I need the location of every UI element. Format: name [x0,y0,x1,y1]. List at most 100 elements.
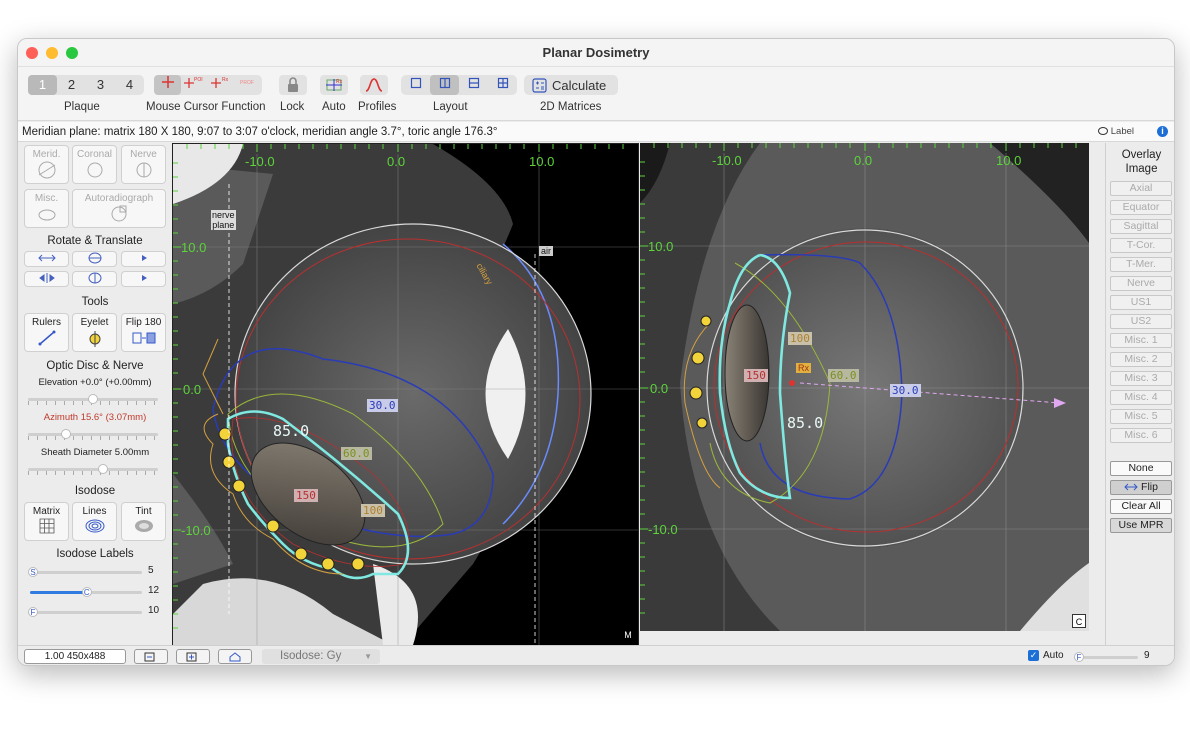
coronal-view-button[interactable]: Coronal [72,145,117,184]
azimuth-slider[interactable] [28,429,158,439]
slider-knob-s[interactable]: S [28,567,38,577]
flip-horizontal-button[interactable] [24,271,69,287]
meridian-view-button[interactable]: Merid. [24,145,69,184]
clear-all-button[interactable]: Clear All [1110,499,1172,514]
overlay-item-us2[interactable]: US2 [1110,314,1172,329]
poi-icon: POI [183,77,202,88]
home-button[interactable] [218,649,252,664]
calculate-button[interactable]: Calculate [524,75,619,95]
overlay-item-misc-3[interactable]: Misc. 3 [1110,371,1172,386]
meridian-plane-viewer[interactable]: -10.0 0.0 10.0 10.0 0.0 -10.0 nerve plane… [172,143,639,646]
slider-knob-f[interactable]: F [28,607,38,617]
plaque-selector: 1 2 3 4 [28,75,144,95]
isodose-label-slider-f[interactable]: F [28,607,142,617]
flip-180-button[interactable]: Flip 180 [121,313,166,352]
coronal-plane-viewer[interactable]: -10.0 0.0 10.0 10.0 0.0 -10.0 100 150 60… [640,143,1089,631]
coronal-corner-marker: C [1072,614,1086,628]
use-mpr-button[interactable]: Use MPR [1110,518,1172,533]
tint-button[interactable]: Tint [121,502,166,541]
plane-info-text: Meridian plane: matrix 180 X 180, 9:07 t… [22,126,498,138]
crosshair-cursor-button[interactable] [154,75,181,95]
elevation-slider[interactable] [28,394,158,404]
label-toggle[interactable]: Label [1097,122,1134,142]
overlay-item-t-cor[interactable]: T-Cor. [1110,238,1172,253]
overlay-item-t-mer[interactable]: T-Mer. [1110,257,1172,272]
two-row-icon [468,77,479,89]
meridian-plane-image [173,144,638,645]
auto-button[interactable]: Rx [320,75,348,95]
overlay-none-button[interactable]: None [1110,461,1172,476]
svg-text:PROF: PROF [240,80,254,86]
overlay-image-panel: Overlay Image Axial Equator Sagittal T-Cor.… [1105,143,1174,645]
overlay-item-axial[interactable]: Axial [1110,181,1172,196]
plaque-tab-1[interactable]: 1 [28,75,57,95]
elevation-readout: Elevation +0.0° (+0.00mm) [38,377,152,388]
slider-knob-c[interactable]: C [81,587,92,597]
layout-quad-button[interactable] [488,75,517,95]
rotate-globe-button[interactable] [72,251,117,267]
left-top-tick-1: -10.0 [245,154,275,169]
overlay-item-equator[interactable]: Equator [1110,200,1172,215]
profile-cursor-button[interactable]: PROF [235,75,262,95]
isodose-label-slider-c[interactable]: C [30,587,142,597]
home-icon [229,651,241,661]
plaque-tab-4[interactable]: 4 [115,75,144,95]
overlay-item-misc-6[interactable]: Misc. 6 [1110,428,1172,443]
overlay-item-misc-2[interactable]: Misc. 2 [1110,352,1172,367]
overlay-item-sagittal[interactable]: Sagittal [1110,219,1172,234]
status-f-slider[interactable]: F [1074,652,1138,662]
plaque-tab-3[interactable]: 3 [86,75,115,95]
rulers-button[interactable]: Rulers [24,313,69,352]
azimuth-knob[interactable] [61,429,71,439]
rx-point-marker[interactable] [789,380,795,386]
isodose-unit-select[interactable]: Isodose: Gy ▼ [262,649,380,664]
matrix-button[interactable]: Matrix [24,502,69,541]
auto-checkbox[interactable]: ✓ [1028,650,1039,661]
isodose-unit-value: Isodose: Gy [280,650,342,662]
nerve-plane-label: nerve plane [211,210,236,230]
lines-button[interactable]: Lines [72,502,117,541]
status-f-knob[interactable]: F [1074,652,1084,662]
sidebar: Merid. Coronal Nerve Misc. Autoradiograp… [18,143,172,645]
layout-selector [401,75,517,95]
rx-cursor-button[interactable]: Rx [208,75,235,95]
info-icon[interactable]: i [1157,126,1168,137]
sheath-slider[interactable] [28,464,158,474]
isodose-label-slider-s[interactable]: S [28,567,142,577]
coronal-globe-icon [87,162,102,178]
autoradiograph-view-button[interactable]: Autoradiograph [72,189,166,228]
rotate-ccw-button[interactable] [24,251,69,267]
eyelet-button[interactable]: Eyelet [72,313,117,352]
layout-side-by-side-button[interactable] [430,75,459,95]
overlay-item-us1[interactable]: US1 [1110,295,1172,310]
zoom-out-button[interactable] [134,649,168,664]
plaque-label: Plaque [64,101,100,113]
translate-right-button[interactable] [121,251,166,267]
poi-cursor-button[interactable]: POI [181,75,208,95]
layout-stacked-button[interactable] [459,75,488,95]
layout-single-button[interactable] [401,75,430,95]
zoom-in-button[interactable] [176,649,210,664]
coronal-isodose-100-label: 100 [788,332,812,345]
overlay-item-misc-5[interactable]: Misc. 5 [1110,409,1172,424]
rotate-vertical-button[interactable] [72,271,117,287]
overlay-heading: Overlay Image [1121,149,1162,175]
meridian-label: Merid. [32,149,61,160]
lock-button[interactable] [279,75,307,95]
rx-label: Rx [796,363,811,373]
plaque-tab-2[interactable]: 2 [57,75,86,95]
matrix-label: Matrix [32,506,61,517]
sheath-knob[interactable] [98,464,108,474]
left-top-tick-3: 10.0 [529,154,555,169]
profiles-button[interactable] [360,75,388,95]
overlay-flip-button[interactable]: Flip [1110,480,1172,495]
overlay-item-misc-1[interactable]: Misc. 1 [1110,333,1172,348]
overlay-item-misc-4[interactable]: Misc. 4 [1110,390,1172,405]
misc-view-button[interactable]: Misc. [24,189,69,228]
translate-right-2-button[interactable] [121,271,166,287]
nerve-view-button[interactable]: Nerve [121,145,166,184]
air-label: air [539,246,554,256]
overlay-item-nerve[interactable]: Nerve [1110,276,1172,291]
left-side-tick-1: 10.0 [181,240,207,255]
elevation-knob[interactable] [88,394,98,404]
